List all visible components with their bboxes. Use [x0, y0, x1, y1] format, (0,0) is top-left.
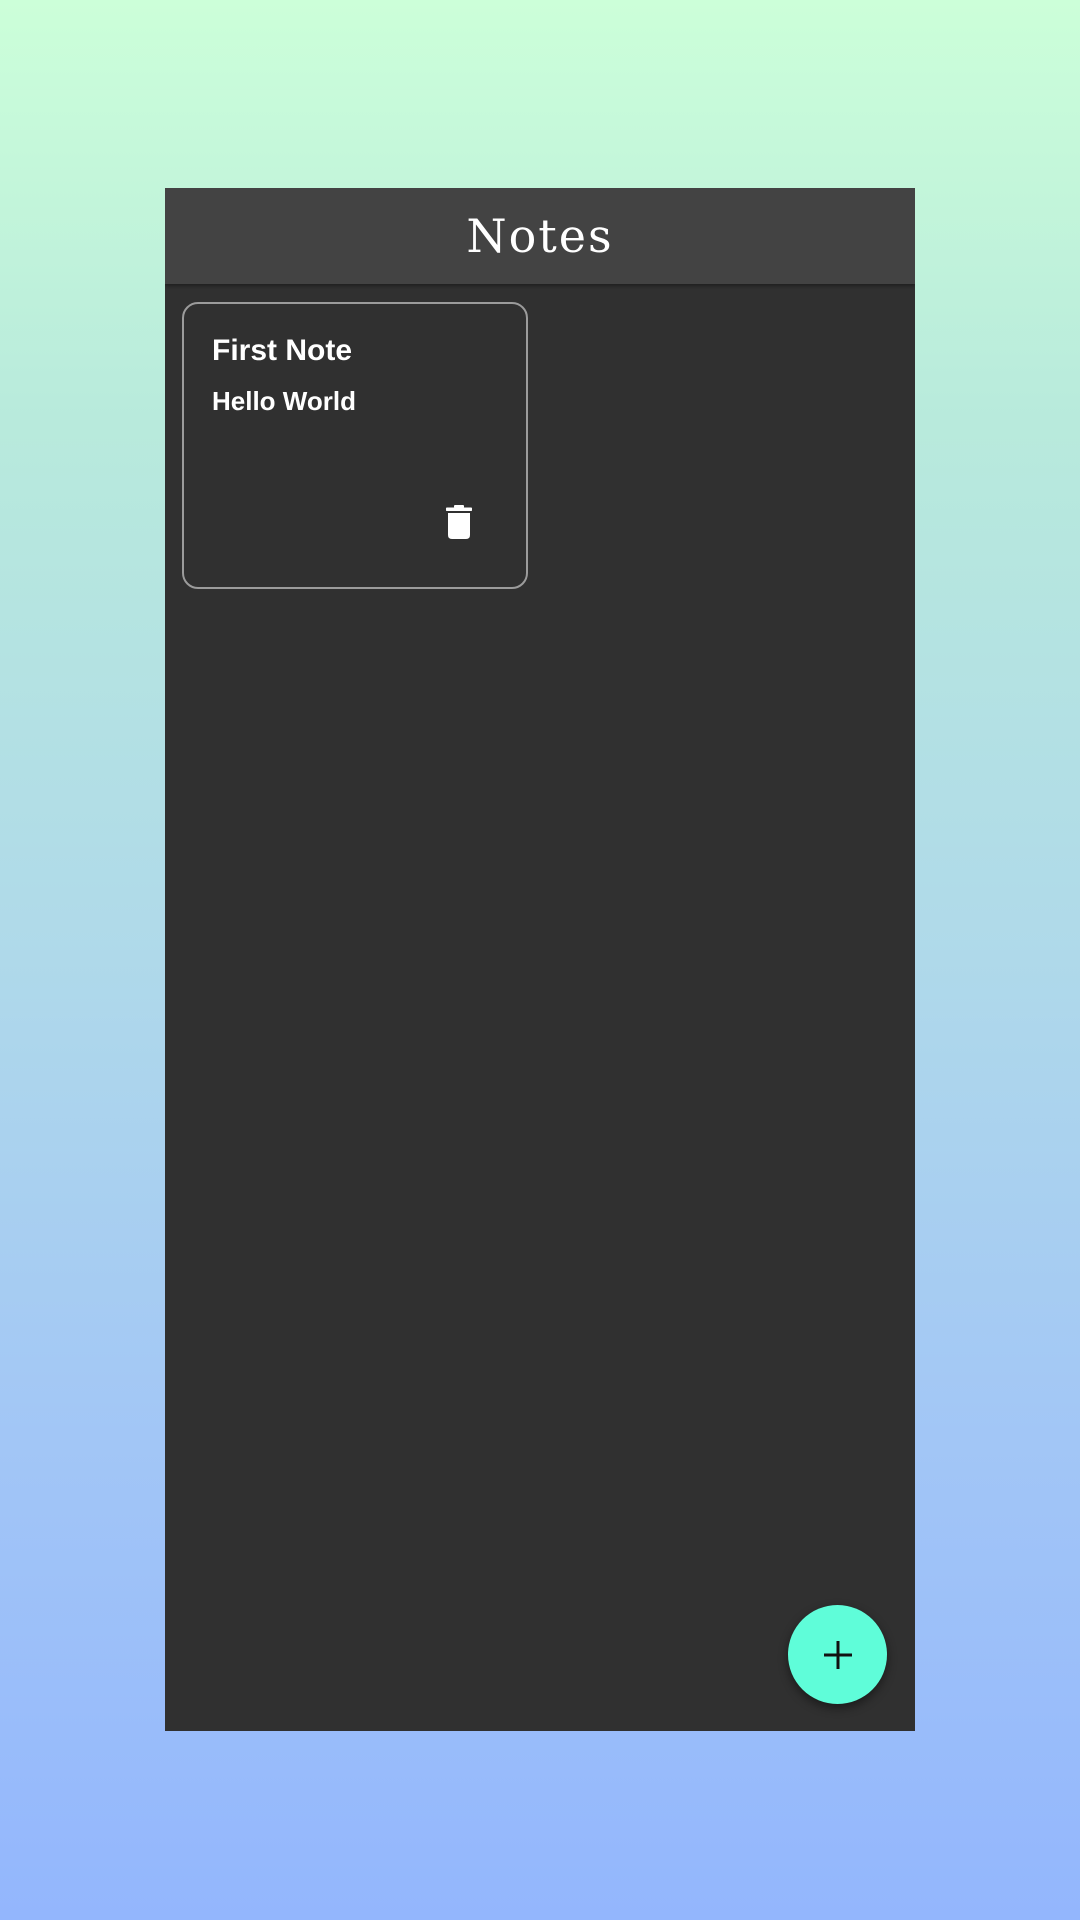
note-title: First Note [212, 334, 353, 367]
app-header: Notes [165, 188, 915, 284]
note-body: Hello World [212, 386, 356, 416]
delete-note-button[interactable] [439, 500, 479, 544]
page-title: Notes [466, 209, 614, 263]
notes-app: Notes First Note Hello World [165, 188, 915, 1731]
add-note-button[interactable] [788, 1605, 887, 1704]
plus-icon [823, 1640, 852, 1669]
note-card[interactable]: First Note Hello World [182, 302, 528, 589]
trash-icon [446, 505, 472, 539]
